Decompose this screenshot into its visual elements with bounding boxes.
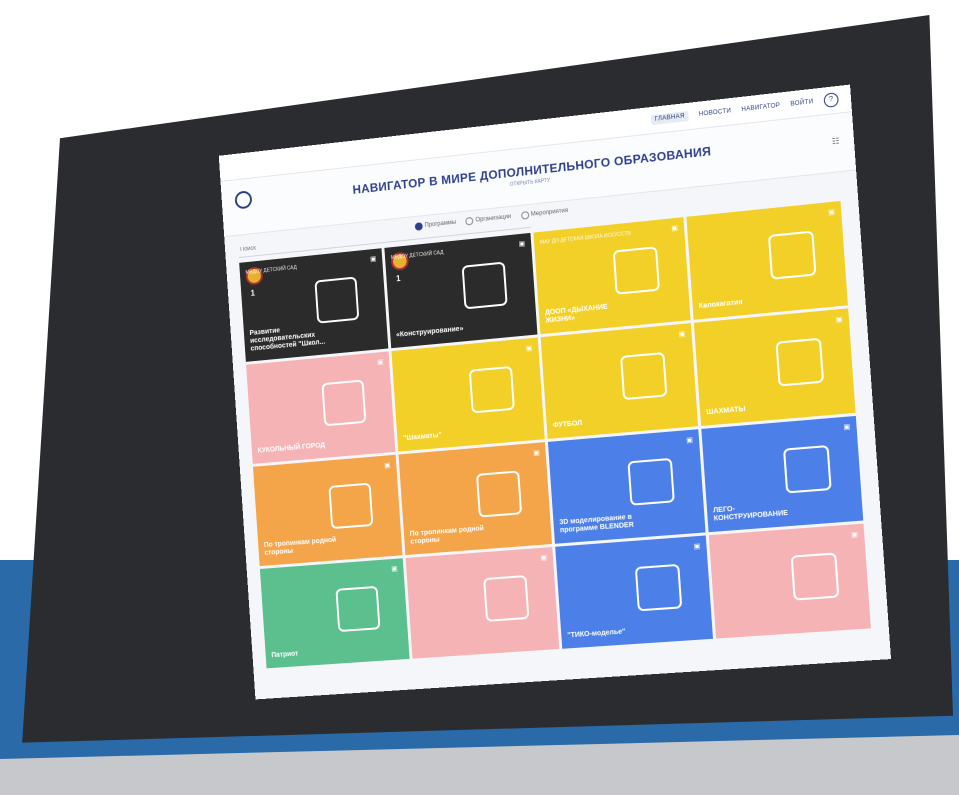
camera-icon: ▣: [685, 436, 694, 445]
program-card[interactable]: 1 МБДОУ ДЕТСКИЙ САД ▣ Развитие исследовател…: [239, 248, 389, 362]
camera-icon: ▣: [678, 330, 686, 339]
program-card[interactable]: ▣ "Шахматы": [391, 337, 545, 452]
nav-navigator[interactable]: НАВИГАТОР: [741, 103, 780, 113]
masks-icon: [321, 379, 367, 427]
chess-icon: [468, 365, 515, 414]
camera-icon: ▣: [835, 316, 843, 324]
program-card[interactable]: ▣ ШАХМАТЫ: [693, 308, 856, 426]
program-card[interactable]: ▣ По тропинкам родной стороны: [252, 454, 403, 567]
cube-icon: [627, 457, 675, 506]
card-title: По тропинкам родной стороны: [409, 525, 485, 546]
nav-news[interactable]: НОВОСТИ: [699, 108, 732, 118]
program-card[interactable]: 1 МБДОУ ДЕТСКИЙ САД ▣ «Конструирование»: [384, 232, 538, 349]
flag-icon: [483, 574, 530, 622]
camera-icon: ▣: [540, 554, 548, 562]
nav-main[interactable]: ГЛАВНАЯ: [650, 110, 690, 126]
camera-icon: ▣: [843, 423, 851, 432]
camera-icon: ▣: [369, 255, 377, 264]
help-icon[interactable]: ?: [823, 92, 839, 109]
browser-screen: ГЛАВНАЯ НОВОСТИ НАВИГАТОР ВОЙТИ ? НАВИГА…: [218, 84, 892, 700]
camera-icon: ▣: [391, 565, 398, 573]
camera-icon: ▣: [525, 344, 533, 353]
card-title: 3D моделирование в программе BLENDER: [559, 513, 635, 535]
camera-icon: ▣: [671, 224, 679, 233]
card-title: «Конструирование»: [395, 325, 464, 339]
camera-icon: ▣: [532, 449, 540, 458]
program-card[interactable]: ▣ ФУТБОЛ: [540, 323, 699, 439]
radio-icon: [465, 216, 474, 226]
card-title: [722, 624, 815, 630]
house-icon: [634, 563, 683, 612]
athlete-icon: [620, 351, 668, 401]
program-card[interactable]: ▣ По тропинкам родной стороны: [398, 442, 553, 556]
filter-events[interactable]: Мероприятия: [520, 207, 569, 220]
card-title: По тропинкам родной стороны: [263, 536, 337, 557]
camera-icon: ▣: [850, 531, 859, 539]
robot-icon: [783, 444, 832, 494]
card-title: ДООП «ДЫХАНИЕ ЖИЗНИ»: [544, 303, 608, 325]
house-icon: [461, 261, 508, 310]
card-title: "Шахматы": [403, 431, 443, 443]
card-title: КУКОЛЬНЫЙ ГОРОД: [257, 442, 326, 455]
program-card[interactable]: ▣ Калокагатия: [686, 200, 848, 320]
program-card[interactable]: ▣: [708, 523, 871, 639]
nav-login[interactable]: ВОЙТИ: [790, 99, 813, 108]
card-title: Развитие исследовательских способностей …: [249, 327, 326, 353]
card-title: ФУТБОЛ: [552, 419, 583, 430]
card-org: МАУ ДО ДЕТСКАЯ ШКОЛА ИСКУССТВ: [539, 230, 632, 246]
easel-icon: [790, 552, 840, 601]
card-title: Калокагатия: [698, 298, 743, 311]
camera-icon: ▣: [383, 462, 391, 470]
globe-pin-icon: [475, 470, 523, 518]
card-title: ЛЕГО-КОНСТРУИРОВАНИЕ: [712, 505, 789, 523]
camera-icon: ▣: [518, 240, 526, 249]
camera-icon: ▣: [827, 208, 836, 217]
microscope-icon: [314, 276, 360, 324]
globe-pin-icon: [328, 482, 374, 530]
athlete-icon: [767, 230, 817, 280]
camera-icon: ▣: [376, 358, 384, 367]
menu-icon[interactable]: ☷: [832, 136, 840, 146]
card-title: Патриот: [271, 650, 299, 660]
medal-rank: 1: [395, 274, 401, 284]
flag-book-icon: [335, 585, 381, 633]
radio-icon: [520, 211, 530, 220]
card-title: "ТИКО-моделье": [567, 628, 626, 640]
card-title: ШАХМАТЫ: [706, 405, 746, 417]
radio-icon: [414, 222, 423, 231]
chess-icon: [775, 337, 825, 387]
program-card[interactable]: ▣ 3D моделирование в программе BLENDER: [547, 429, 706, 544]
program-card[interactable]: МАУ ДО ДЕТСКАЯ ШКОЛА ИСКУССТВ ▣ ДООП «ДЫХА…: [533, 217, 691, 335]
program-card[interactable]: ▣: [405, 546, 560, 659]
program-card[interactable]: ▣ ЛЕГО-КОНСТРУИРОВАНИЕ: [701, 415, 864, 533]
program-card-grid: 1 МБДОУ ДЕТСКИЙ САД ▣ Развитие исследовател…: [239, 200, 874, 669]
program-card[interactable]: ▣ Патриот: [259, 558, 410, 669]
gymnast-icon: [612, 246, 661, 295]
program-card[interactable]: ▣ КУКОЛЬНЫЙ ГОРОД: [246, 351, 396, 464]
program-card[interactable]: ▣ "ТИКО-моделье": [555, 535, 714, 649]
card-title: [418, 645, 506, 651]
medal-rank: 1: [250, 288, 256, 298]
camera-icon: ▣: [693, 542, 701, 551]
